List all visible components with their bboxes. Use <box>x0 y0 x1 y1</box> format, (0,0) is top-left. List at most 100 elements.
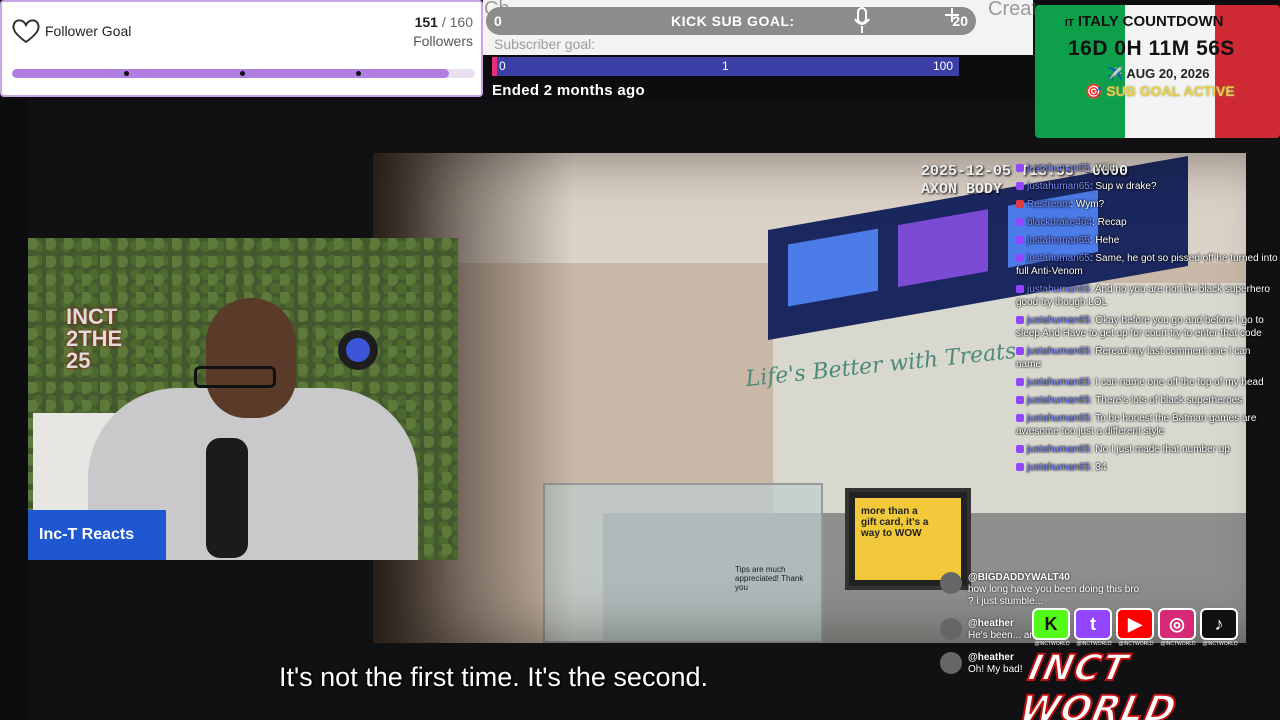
countdown-title: IT ITALY COUNTDOWN <box>1065 13 1223 30</box>
bodycam-model: AXON BODY <box>921 181 1003 198</box>
flag-red <box>1215 5 1280 138</box>
twitch-badge-icon <box>1016 182 1024 190</box>
kick-chat-username: @BIGDADDYWALT40 <box>968 572 1070 583</box>
kick-goal-start: 0 <box>494 13 502 29</box>
social-links: K @INCTWORLD t @INCTWORLD ▶ @INCTWORLD ◎ @INCTW… <box>1032 608 1242 648</box>
webcam-label: Inc-T Reacts <box>28 510 166 560</box>
twitch-badge-icon <box>1016 347 1024 355</box>
instagram-icon[interactable]: ◎ <box>1158 608 1196 640</box>
twitch-badge-icon <box>1016 414 1024 422</box>
countdown-title-text: ITALY COUNTDOWN <box>1077 13 1224 30</box>
countdown-date: ✈️ AUG 20, 2026 <box>1107 66 1209 82</box>
follower-progress-fill <box>12 69 450 78</box>
chat-username: justahuman65 <box>1027 413 1090 424</box>
chat-message: justahuman65: 34 <box>1016 461 1278 474</box>
brand-logo: INCT WORLD <box>1015 647 1182 720</box>
follower-current: 151 <box>414 14 438 30</box>
twitch-badge-icon <box>1016 218 1024 226</box>
chat-text: I can name one off the top of my head <box>1095 377 1264 388</box>
chat-text: Wym? <box>1075 199 1105 210</box>
video-subtitle: It's not the first time. It's the second… <box>279 662 708 692</box>
chat-username: justahuman65 <box>1027 163 1090 174</box>
follower-target: 160 <box>449 14 473 30</box>
twitch-badge-icon <box>1016 445 1024 453</box>
kick-chat-message: @BIGDADDYWALT40 how long have you been do… <box>940 572 1140 608</box>
chat-message: justahuman65: There's lots of black supe… <box>1016 394 1278 407</box>
countdown-date-text: AUG 20, 2026 <box>1126 66 1210 81</box>
subscriber-goal-start: 0 <box>499 59 506 73</box>
kick-goal-target: 20 <box>952 13 968 29</box>
follower-unit: Followers <box>413 33 473 49</box>
chat-message: justahuman65: And no you are not the bla… <box>1016 284 1270 308</box>
subscriber-goal-fill <box>492 57 497 76</box>
chat-username: justahuman65 <box>1027 377 1090 388</box>
microphone <box>206 438 248 558</box>
follower-goal-title: Follower Goal <box>45 23 132 39</box>
avatar <box>940 572 962 594</box>
follower-count: 151 / 160 <box>415 14 473 30</box>
chat-message: justahuman65: Reread my last comment one… <box>1016 346 1251 370</box>
chat-username: justahuman65 <box>1027 284 1090 295</box>
kick-icon[interactable]: K <box>1032 608 1070 640</box>
neon-sign-line1: INCT <box>66 304 118 329</box>
neon-sign-line2: 2THE <box>66 326 123 351</box>
chat-username: justahuman65 <box>1027 315 1090 326</box>
chat-username: justahuman65 <box>1027 444 1090 455</box>
neon-sign-line3: 25 <box>66 348 91 373</box>
subscriber-goal-bar: 0 1 100 <box>492 57 959 76</box>
chat-text: Wild <box>1095 163 1115 174</box>
ghost-text-right: Creat <box>988 0 1037 20</box>
youtube-icon[interactable]: ▶ <box>1116 608 1154 640</box>
streamer-glasses <box>194 366 276 388</box>
chat-message: blackdrake464: Recap <box>1016 216 1278 229</box>
chat-username: justahuman65 <box>1027 253 1090 264</box>
chat-overlay: justahuman65: Wild justahuman65: Sup w dr… <box>1016 162 1278 479</box>
chat-text: 34 <box>1095 462 1107 473</box>
twitch-badge-icon <box>1016 316 1024 324</box>
subscriber-goal-status: Ended 2 months ago <box>492 82 645 99</box>
avatar <box>940 618 962 640</box>
chat-text: Recap <box>1097 217 1127 228</box>
flag-tag: IT <box>1065 18 1074 29</box>
chat-message: justahuman65: Same, he got so pissed off… <box>1016 253 1278 277</box>
airplane-icon: ✈️ <box>1107 66 1124 81</box>
follower-goal-widget: Follower Goal 151 / 160 Followers <box>0 0 483 97</box>
progress-marker <box>356 71 361 76</box>
social-handle: @INCTWORLD <box>1034 641 1070 647</box>
chat-message: Restream: Wym? <box>1016 198 1278 211</box>
microphone-icon <box>854 7 870 33</box>
kick-sub-goal-bar: 0 KICK SUB GOAL: 20 <box>486 7 976 35</box>
ring-light <box>338 330 378 370</box>
chat-username: justahuman65 <box>1027 235 1090 246</box>
twitch-badge-icon <box>1016 236 1024 244</box>
chat-message: justahuman65: Sup w drake? <box>1016 180 1278 193</box>
tiktok-icon[interactable]: ♪ <box>1200 608 1238 640</box>
twitch-badge-icon <box>1016 463 1024 471</box>
chat-text: No I just made that number up <box>1095 444 1230 455</box>
progress-marker <box>240 71 245 76</box>
chat-username: justahuman65 <box>1027 395 1090 406</box>
target-icon: 🎯 <box>1085 83 1103 99</box>
chat-username: justahuman65 <box>1027 181 1090 192</box>
italy-countdown-widget: IT ITALY COUNTDOWN 16D 0H 11M 56S ✈️ AUG … <box>1035 5 1280 138</box>
chat-message: justahuman65: Hehe <box>1016 234 1278 247</box>
chat-message: justahuman65: I can name one off the top… <box>1016 376 1278 389</box>
chat-message: justahuman65: No I just made that number… <box>1016 443 1278 456</box>
restream-badge-icon <box>1016 200 1024 208</box>
twitch-badge-icon <box>1016 378 1024 386</box>
chat-message: justahuman65: To be honest the Batman ga… <box>1016 413 1257 437</box>
countdown-status-text: SUB GOAL ACTIVE <box>1106 83 1235 99</box>
subscriber-goal-label: Subscriber goal: <box>494 36 596 52</box>
neon-sign: INCT 2THE 25 <box>66 306 122 372</box>
twitch-icon[interactable]: t <box>1074 608 1112 640</box>
chat-username: justahuman65 <box>1027 462 1090 473</box>
kick-chat-text: how long have you been doing this bro ? … <box>968 584 1140 607</box>
chat-text: Sup w drake? <box>1095 181 1157 192</box>
subscriber-goal-mid: 1 <box>722 59 729 73</box>
chat-text: Hehe <box>1095 235 1120 246</box>
heart-icon <box>12 19 40 44</box>
social-handle: @INCTWORLD <box>1076 641 1112 647</box>
social-handle: @INCTWORLD <box>1160 641 1196 647</box>
follower-separator: / <box>441 14 446 30</box>
twitch-badge-icon <box>1016 396 1024 404</box>
